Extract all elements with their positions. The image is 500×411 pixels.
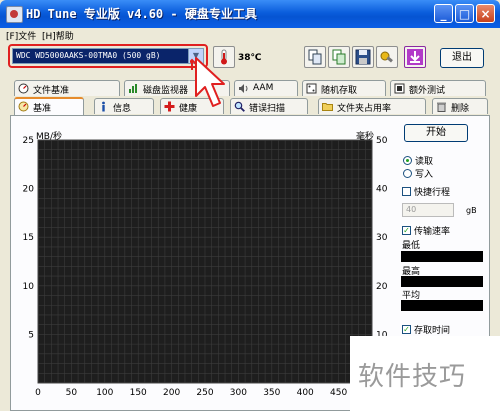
read-label: 读取: [415, 157, 434, 167]
cursor-arrow-icon: [190, 57, 225, 107]
write-radio[interactable]: [403, 169, 412, 178]
y-tick-label-right: 50: [376, 136, 388, 146]
min-readout: [401, 251, 483, 262]
access-time-label: 存取时间: [414, 326, 451, 336]
short-stroke-checkbox[interactable]: [402, 187, 411, 196]
write-label: 写入: [415, 170, 434, 180]
x-tick-label: 400: [297, 388, 314, 398]
watermark-text: 软件技巧: [358, 362, 467, 392]
x-tick-label: 50: [66, 388, 78, 398]
y-tick-label-left: 20: [23, 185, 35, 195]
y-tick-label-right: 40: [376, 185, 388, 195]
transfer-rate-checkbox[interactable]: ✓: [402, 226, 411, 235]
x-tick-label: 0: [35, 388, 41, 398]
min-label: 最低: [402, 241, 421, 251]
start-button[interactable]: 开始: [404, 124, 468, 142]
y-tick-label-left: 5: [28, 330, 34, 340]
x-tick-label: 450: [330, 388, 347, 398]
y-tick-label-right: 20: [376, 282, 388, 292]
y-tick-label-left: 15: [23, 233, 34, 243]
transfer-rate-label: 传输速率: [414, 227, 451, 237]
short-stroke-label: 快捷行程: [414, 188, 451, 198]
benchmark-icon: [18, 101, 29, 112]
x-tick-label: 300: [230, 388, 247, 398]
x-tick-label: 200: [163, 388, 180, 398]
stroke-unit: gB: [466, 206, 477, 215]
tab-benchmark-label: 基准: [33, 104, 52, 114]
x-tick-label: 150: [130, 388, 147, 398]
hd-tune-window: HD Tune 专业版 v4.60 - 硬盘专业工具 _ □ × [F]文件 […: [0, 0, 500, 411]
x-tick-label: 250: [196, 388, 213, 398]
x-tick-label: 350: [263, 388, 280, 398]
avg-readout: [401, 300, 483, 311]
stroke-size-value: 40: [406, 205, 417, 214]
access-time-checkbox[interactable]: ✓: [402, 325, 411, 334]
stroke-size-spinner[interactable]: 40: [402, 203, 454, 217]
y-tick-label-right: 30: [376, 233, 388, 243]
y-tick-label-left: 10: [23, 282, 35, 292]
y-tick-label-left: 25: [23, 136, 34, 146]
read-radio[interactable]: [403, 156, 412, 165]
max-readout: [401, 276, 483, 287]
x-tick-label: 100: [96, 388, 113, 398]
tab-benchmark[interactable]: 基准: [14, 97, 84, 115]
